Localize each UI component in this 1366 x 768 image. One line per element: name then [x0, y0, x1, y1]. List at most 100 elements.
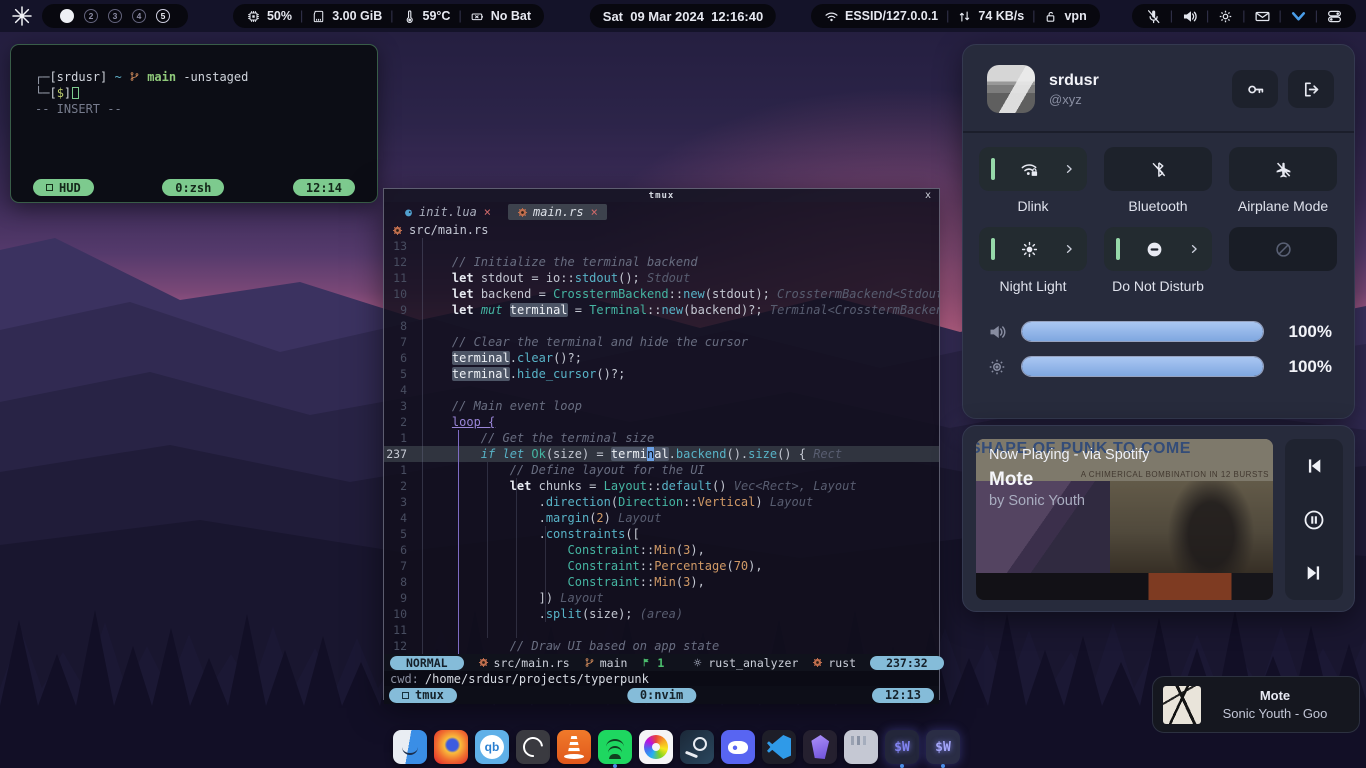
window-titlebar: tmux x [384, 189, 939, 202]
notification-toast[interactable]: Mote Sonic Youth - Goo [1152, 676, 1360, 733]
dock-qbittorrent[interactable]: qb [475, 730, 509, 764]
clock-pill-terminal: 12:14 [293, 179, 355, 196]
nvim-statusline: NORMAL src/main.rs main 1 rust_analyzer … [384, 654, 939, 671]
night-light-toggle-button[interactable] [979, 227, 1087, 271]
stat-text: No Bat [491, 9, 531, 23]
line-number: 9 [384, 590, 414, 606]
tmux-session-pill[interactable]: tmux [389, 688, 457, 703]
code-line: 5 terminal.hide_cursor()?; [384, 366, 939, 382]
album-art[interactable]: SHAPE OF PUNK TO COME A CHIMERICAL BOMBI… [976, 439, 1273, 600]
temp-icon [402, 9, 417, 24]
line-number: 1 [384, 430, 414, 446]
key-button[interactable] [1232, 70, 1278, 108]
dock-spotify[interactable] [598, 730, 632, 764]
stat-battery: No Bat [470, 9, 531, 24]
editor-winbar: src/main.rs [384, 222, 939, 238]
statusline-filetype: rust [812, 656, 856, 670]
dock-photos[interactable] [639, 730, 673, 764]
line-number: 5 [384, 366, 414, 382]
window-title: tmux [649, 191, 675, 201]
zsh-window-pill[interactable]: 0:zsh [162, 179, 224, 196]
user-section: srdusr @xyz [963, 45, 1354, 129]
do-not-disturb-toggle-button[interactable] [1104, 227, 1212, 271]
terminal-window[interactable]: ┌─[srdusr] ~ main -unstaged └─[$] -- INS… [10, 44, 378, 203]
line-number: 11 [384, 622, 414, 638]
editor-window[interactable]: tmux x init.lua×main.rs× src/main.rs 131… [383, 188, 940, 700]
workspace-4[interactable]: 4 [132, 9, 146, 23]
dock-firefox[interactable] [434, 730, 468, 764]
dlink-toggle-button[interactable] [979, 147, 1087, 191]
separator: | [300, 9, 303, 23]
hud-session-pill[interactable]: HUD [33, 179, 94, 196]
logout-button[interactable] [1288, 70, 1334, 108]
dock-obs-studio[interactable] [516, 730, 550, 764]
window-close-button[interactable]: x [925, 189, 931, 202]
next-icon [1303, 562, 1325, 584]
statusline-file: src/main.rs [478, 656, 570, 670]
volume-slider[interactable] [1021, 321, 1264, 342]
chevron-right-icon[interactable] [1063, 243, 1075, 255]
bluetooth-toggle-button[interactable] [1104, 147, 1212, 191]
chevron-down-button[interactable] [1290, 8, 1307, 25]
code-line: 12 // Initialize the terminal backend [384, 254, 939, 270]
stat-temp: 59°C [402, 9, 451, 24]
lock-open-icon [1043, 9, 1058, 24]
network-status[interactable]: ESSID/127.0.0.1|74 KB/s|vpn [811, 4, 1100, 28]
airplane-mode-toggle-button[interactable] [1229, 147, 1337, 191]
toggle-dlink: Dlink [979, 147, 1087, 215]
dock-vlc[interactable] [557, 730, 591, 764]
dock-discord[interactable] [721, 730, 755, 764]
dock-vscode[interactable] [762, 730, 796, 764]
pause-button[interactable] [1301, 507, 1327, 533]
qbittorrent-logo: qb [480, 735, 504, 759]
separator: | [1279, 9, 1282, 23]
mail-button[interactable] [1254, 8, 1271, 25]
line-number: 4 [384, 382, 414, 398]
line-number: 7 [384, 334, 414, 350]
brightness-icon [987, 357, 1007, 377]
dock-sw-app[interactable]: $W [885, 730, 919, 764]
volume-button[interactable] [1181, 8, 1198, 25]
logout-icon [1302, 80, 1321, 99]
media-controls [1285, 439, 1343, 600]
workspace-1[interactable] [60, 9, 74, 23]
next-button[interactable] [1301, 560, 1327, 586]
brightness-slider[interactable] [1021, 356, 1264, 377]
toggles-button[interactable] [1326, 8, 1343, 25]
terminal-cursor [72, 87, 79, 99]
dock-trash[interactable] [844, 730, 878, 764]
dock-obsidian[interactable] [803, 730, 837, 764]
indent-guide [487, 462, 488, 638]
line-number: 8 [384, 574, 414, 590]
dock-file-manager[interactable] [393, 730, 427, 764]
code-line: 12 // Draw UI based on app state [384, 638, 939, 654]
album-art-thumbnail [1163, 686, 1201, 724]
dock-sw-app-2[interactable]: $W [926, 730, 960, 764]
previous-button[interactable] [1301, 453, 1327, 479]
empty-toggle-button[interactable] [1229, 227, 1337, 271]
code-line: 11 [384, 622, 939, 638]
net-updown: 74 KB/s [957, 9, 1024, 24]
workspace-5[interactable]: 5 [156, 9, 170, 23]
clock-text: Sat 09 Mar 2024 12:16:40 [603, 9, 763, 24]
code-editor-area[interactable]: 1312 // Initialize the terminal backend1… [384, 238, 939, 654]
sun-icon [1020, 240, 1039, 259]
clock[interactable]: Sat 09 Mar 2024 12:16:40 [590, 4, 776, 28]
nvim-window-pill[interactable]: 0:nvim [627, 688, 696, 703]
track-title: Mote [989, 469, 1149, 491]
workspace-2[interactable]: 2 [84, 9, 98, 23]
mic-muted-button[interactable] [1145, 8, 1162, 25]
workspace-3[interactable]: 3 [108, 9, 122, 23]
slider-fill [1022, 357, 1263, 376]
sliders-section: 100%100% [963, 295, 1354, 377]
tab-close-icon[interactable]: × [591, 205, 598, 219]
net-text: 74 KB/s [978, 9, 1024, 23]
tab-init.lua[interactable]: init.lua× [394, 204, 500, 220]
settings-button[interactable] [1217, 8, 1234, 25]
code-line: 9 let mut terminal = Terminal::new(backe… [384, 302, 939, 318]
tab-close-icon[interactable]: × [484, 205, 491, 219]
dock-steam[interactable] [680, 730, 714, 764]
tab-main.rs[interactable]: main.rs× [508, 204, 607, 220]
chevron-right-icon[interactable] [1063, 163, 1075, 175]
chevron-right-icon[interactable] [1188, 243, 1200, 255]
